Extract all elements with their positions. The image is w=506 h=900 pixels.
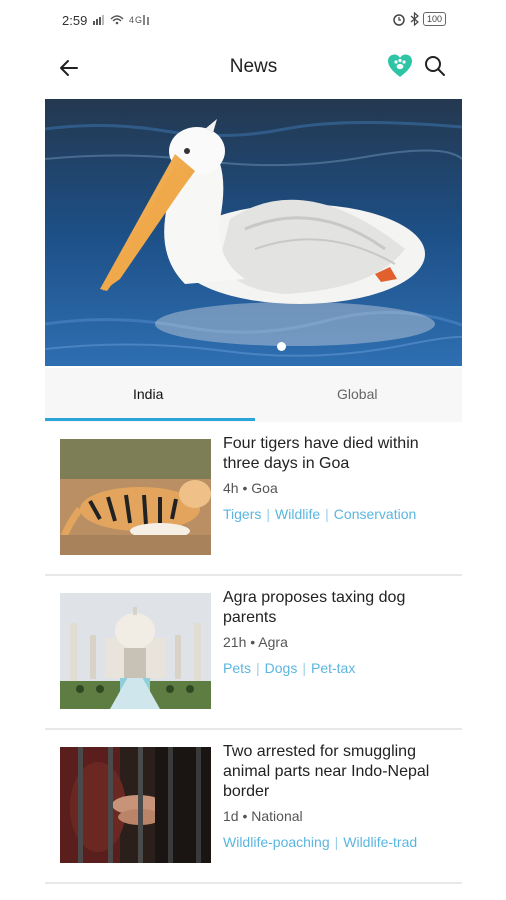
article-location: Agra: [258, 634, 288, 650]
status-right-icons: 100: [392, 12, 446, 26]
favorites-button[interactable]: [386, 52, 414, 80]
tag-link[interactable]: Wildlife-poaching: [223, 834, 330, 850]
tab-global[interactable]: Global: [337, 386, 377, 402]
news-list-item[interactable]: Two arrested for smuggling animal parts …: [45, 732, 462, 884]
jail-bars-photo: [60, 747, 211, 863]
tag-link[interactable]: Wildlife: [275, 506, 320, 522]
bluetooth-icon: [410, 12, 419, 26]
tag-link[interactable]: Tigers: [223, 506, 261, 522]
meta-separator: •: [242, 808, 252, 824]
tag-separator: |: [266, 506, 271, 522]
meta-separator: •: [242, 480, 252, 496]
pelican-photo: [45, 99, 462, 366]
signal-wifi-icon: 4G: [93, 15, 149, 25]
battery-indicator: 100: [422, 12, 446, 26]
article-headline: Four tigers have died within three days …: [223, 435, 419, 472]
search-icon: [425, 56, 445, 76]
signal-icons: 4G: [93, 13, 155, 28]
article-age: 21h: [223, 634, 247, 650]
top-app-bar: News: [45, 44, 462, 90]
article-headline: Agra proposes taxing dog parents: [223, 589, 406, 626]
status-bar: 2:59 4G 100: [45, 0, 462, 40]
status-time: 2:59: [62, 13, 88, 28]
search-button[interactable]: [422, 53, 448, 79]
news-list-item[interactable]: Agra proposes taxing dog parents 21h • A…: [45, 578, 462, 730]
app-frame: 2:59 4G 100 News India Global Four tiger…: [45, 0, 462, 900]
article-age: 4h: [223, 480, 239, 496]
article-meta: 21h • Agra: [223, 634, 288, 650]
tag-separator: |: [334, 834, 339, 850]
article-thumbnail: [60, 439, 211, 555]
article-tags: Pets | Dogs | Pet-tax: [223, 660, 462, 676]
article-headline: Two arrested for smuggling animal parts …: [223, 743, 430, 800]
article-age: 1d: [223, 808, 239, 824]
tag-link[interactable]: Pet-tax: [311, 660, 355, 676]
tag-separator: |: [256, 660, 260, 676]
tag-link[interactable]: Dogs: [265, 660, 298, 676]
article-thumbnail: [60, 593, 211, 709]
tag-link[interactable]: Pets: [223, 660, 251, 676]
svg-text:4G: 4G: [129, 15, 143, 25]
news-list-item[interactable]: Four tigers have died within three days …: [45, 424, 462, 576]
tag-link[interactable]: Conservation: [334, 506, 417, 522]
article-meta: 1d • National: [223, 808, 303, 824]
region-tabs: India Global: [45, 368, 462, 422]
article-meta: 4h • Goa: [223, 480, 278, 496]
tiger-photo: [60, 439, 211, 555]
article-location: National: [251, 808, 303, 824]
article-thumbnail: [60, 747, 211, 863]
carousel-page-indicator: [277, 342, 286, 351]
heart-paw-icon: [388, 54, 412, 77]
article-tags: Tigers | Wildlife | Conservation: [223, 506, 462, 522]
alarm-icon: [393, 14, 405, 26]
tab-india[interactable]: India: [133, 386, 163, 402]
article-tags: Wildlife-poaching | Wildlife-trad: [223, 834, 462, 850]
taj-mahal-photo: [60, 593, 211, 709]
tag-separator: |: [325, 506, 329, 522]
article-location: Goa: [251, 480, 278, 496]
tab-selected-indicator: [45, 418, 255, 421]
tag-link[interactable]: Wildlife-trad: [343, 834, 417, 850]
tag-separator: |: [302, 660, 306, 676]
hero-carousel-image[interactable]: [45, 99, 462, 366]
